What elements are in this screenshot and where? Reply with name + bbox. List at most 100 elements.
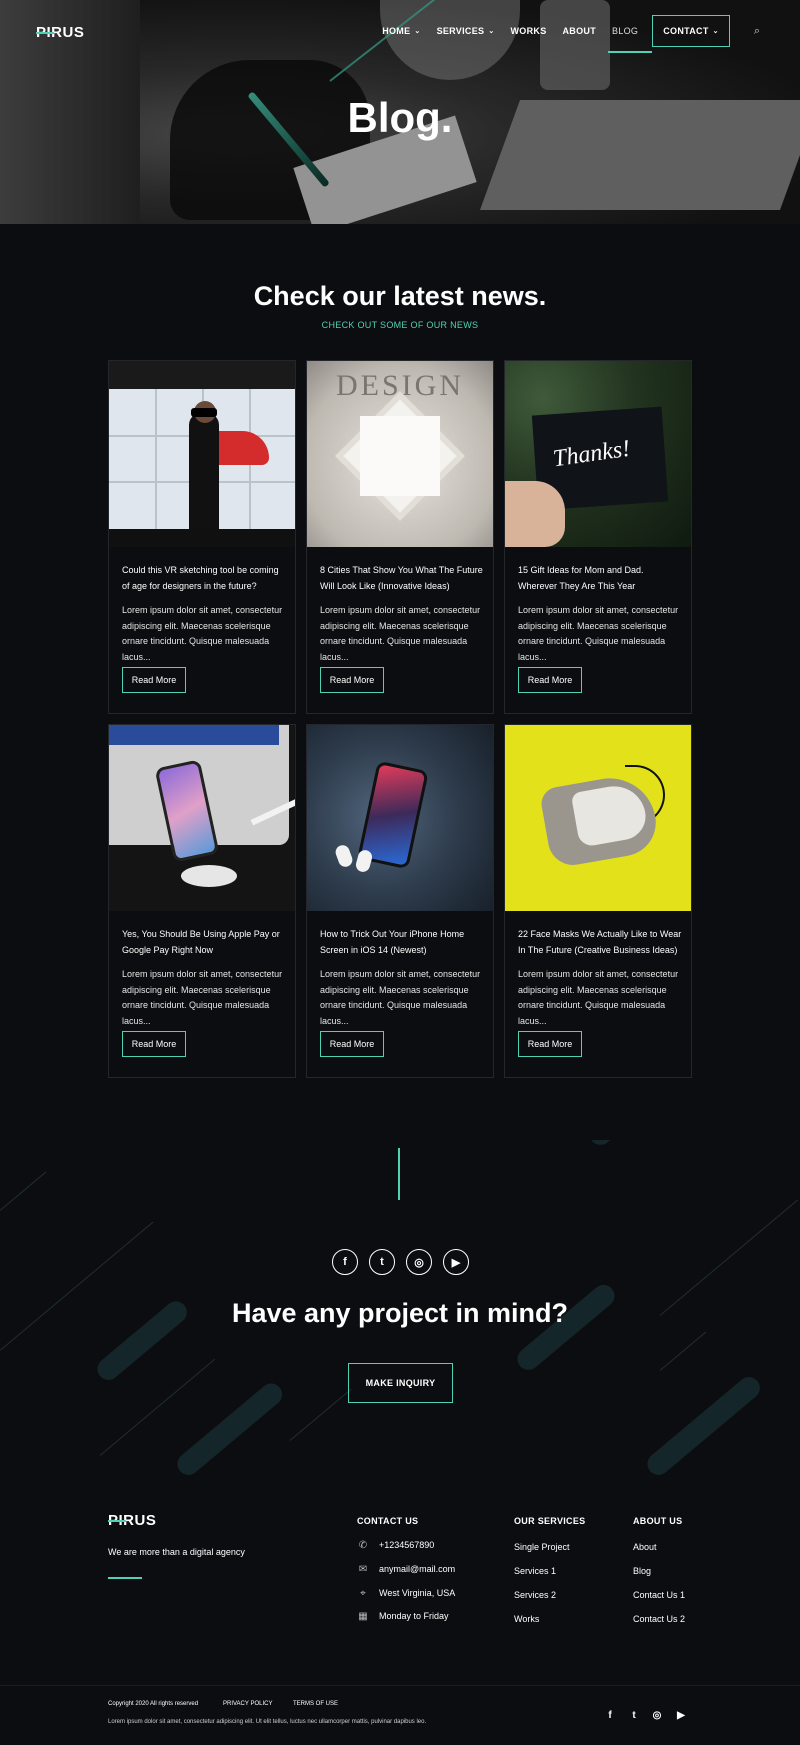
nav-label-about: ABOUT [562, 26, 596, 36]
decor-stripe [642, 1372, 765, 1480]
vr-sketching-photo[interactable] [109, 361, 295, 547]
blog-card-title[interactable]: How to Trick Out Your iPhone Home Screen… [320, 927, 485, 958]
photo-earbud [354, 848, 374, 874]
phone-on-stand-photo[interactable] [109, 725, 295, 911]
footer-logo[interactable]: PIRUS [108, 1512, 156, 1529]
instagram-icon[interactable]: ◎ [651, 1710, 663, 1721]
blog-card-excerpt: Lorem ipsum dolor sit amet, consectetur … [320, 605, 481, 662]
nav-item-blog[interactable]: BLOG [608, 26, 652, 53]
blog-card: How to Trick Out Your iPhone Home Screen… [306, 724, 494, 1078]
read-more-button[interactable]: Read More [320, 1031, 384, 1057]
nav-item-services[interactable]: SERVICES ⌄ [437, 26, 495, 36]
phone-icon: ✆ [358, 1539, 368, 1551]
blog-card-title[interactable]: Yes, You Should Be Using Apple Pay or Go… [122, 927, 287, 958]
twitter-icon[interactable]: t [628, 1710, 640, 1721]
contact-hours-text: Monday to Friday [379, 1611, 449, 1621]
decor-line [0, 1221, 154, 1351]
blog-card-title[interactable]: 22 Face Masks We Actually Like to Wear I… [518, 927, 683, 958]
footer-link-about[interactable]: About [633, 1542, 657, 1552]
blog-card-excerpt: Lorem ipsum dolor sit amet, consectetur … [518, 605, 679, 662]
nav-label-services: SERVICES [436, 26, 485, 36]
site-logo[interactable]: PIRUS [36, 24, 84, 41]
footer-divider [0, 1685, 800, 1686]
photo-monitor-screen [109, 725, 279, 745]
photo-floor [109, 529, 295, 547]
blog-card: 22 Face Masks We Actually Like to Wear I… [504, 724, 692, 1078]
about-heading: ABOUT US [633, 1516, 683, 1526]
make-inquiry-button[interactable]: MAKE INQUIRY [348, 1363, 453, 1403]
nav-label-contact: CONTACT [663, 26, 709, 36]
copyright-text: Copyright 2020 All rights reserved [108, 1701, 199, 1707]
blog-card: Thanks! 15 Gift Ideas for Mom and Dad. W… [504, 360, 692, 714]
nav-item-works[interactable]: WORKS [511, 26, 547, 36]
footer-link-contact-us-1[interactable]: Contact Us 1 [633, 1590, 685, 1600]
footer-link-services-1[interactable]: Services 1 [514, 1566, 556, 1576]
footer-tagline: We are more than a digital agency [108, 1547, 245, 1557]
nav-contact-button[interactable]: CONTACT ⌄ [652, 15, 730, 47]
facebook-icon[interactable]: f [604, 1710, 616, 1721]
news-section-title: Check our latest news. [253, 281, 547, 311]
nav-label-works: WORKS [510, 26, 547, 36]
contact-location-text: West Virginia, USA [379, 1588, 456, 1598]
facebook-icon[interactable]: f [332, 1249, 358, 1275]
footer-link-single-project[interactable]: Single Project [514, 1542, 570, 1552]
photo-design-word: DESIGN [336, 369, 464, 402]
footer-link-contact-us-2[interactable]: Contact Us 2 [633, 1614, 685, 1624]
design-book-cover-photo[interactable]: DESIGN [307, 361, 493, 547]
decor-line [0, 1171, 47, 1211]
mail-icon: ✉ [358, 1563, 368, 1575]
blog-card-excerpt: Lorem ipsum dolor sit amet, consectetur … [122, 605, 283, 662]
page-title: Blog. [347, 94, 453, 141]
chevron-down-icon: ⌄ [414, 28, 421, 35]
news-section-subtitle: CHECK OUT SOME OF OUR NEWS [321, 320, 479, 330]
footer-bottom-text: Lorem ipsum dolor sit amet, consectetur … [108, 1719, 427, 1725]
read-more-button[interactable]: Read More [122, 1031, 186, 1057]
cta-divider-line [398, 1148, 400, 1200]
iphone-airpods-photo[interactable] [307, 725, 493, 911]
read-more-button[interactable]: Read More [518, 667, 582, 693]
photo-grid-line [155, 389, 157, 529]
services-heading: OUR SERVICES [514, 1516, 586, 1526]
photo-hand [505, 481, 565, 547]
logo-accent-bar [108, 1520, 126, 1522]
face-mask-photo[interactable] [505, 725, 691, 911]
blog-card: Could this VR sketching tool be coming o… [108, 360, 296, 714]
photo-phone-stand [181, 865, 237, 887]
blog-card: DESIGN 8 Cities That Show You What The F… [306, 360, 494, 714]
footer-link-blog[interactable]: Blog [633, 1566, 651, 1576]
contact-email[interactable]: ✉ anymail@mail.com [357, 1563, 455, 1575]
contact-hours: ▦ Monday to Friday [357, 1610, 449, 1622]
photo-earbud [333, 843, 355, 869]
photo-person [189, 413, 219, 547]
thanks-card-photo[interactable]: Thanks! [505, 361, 691, 547]
instagram-icon[interactable]: ◎ [406, 1249, 432, 1275]
photo-vr-headset [191, 408, 217, 417]
decor-stripe [172, 1379, 287, 1480]
terms-of-use-link[interactable]: TERMS OF USE [293, 1701, 338, 1707]
nav-item-home[interactable]: HOME ⌄ [382, 26, 420, 36]
cta-title: Have any project in mind? [231, 1298, 569, 1328]
blog-card-title[interactable]: 15 Gift Ideas for Mom and Dad. Wherever … [518, 563, 683, 594]
decor-stripe [584, 1140, 630, 1150]
contact-phone[interactable]: ✆ +1234567890 [357, 1539, 435, 1551]
read-more-button[interactable]: Read More [518, 1031, 582, 1057]
search-icon[interactable]: ⌕ [754, 25, 760, 38]
nav-item-about[interactable]: ABOUT [563, 26, 597, 36]
blog-card-title[interactable]: 8 Cities That Show You What The Future W… [320, 563, 485, 594]
nav-label-home: HOME [382, 26, 411, 36]
read-more-button[interactable]: Read More [320, 667, 384, 693]
calendar-icon: ▦ [358, 1610, 368, 1622]
nav-label-blog: BLOG [612, 26, 639, 36]
youtube-icon[interactable]: ▶ [443, 1249, 469, 1275]
read-more-button[interactable]: Read More [122, 667, 186, 693]
privacy-policy-link[interactable]: PRIVACY POLICY [223, 1701, 272, 1707]
blog-card-excerpt: Lorem ipsum dolor sit amet, consectetur … [122, 969, 283, 1026]
youtube-icon[interactable]: ▶ [675, 1710, 687, 1721]
twitter-icon[interactable]: t [369, 1249, 395, 1275]
footer-link-services-2[interactable]: Services 2 [514, 1590, 556, 1600]
blog-card-title[interactable]: Could this VR sketching tool be coming o… [122, 563, 287, 594]
contact-location: ⌖ West Virginia, USA [357, 1587, 455, 1599]
footer-link-works[interactable]: Works [514, 1614, 539, 1624]
location-pin-icon: ⌖ [360, 1587, 366, 1599]
contact-heading: CONTACT US [357, 1516, 419, 1526]
